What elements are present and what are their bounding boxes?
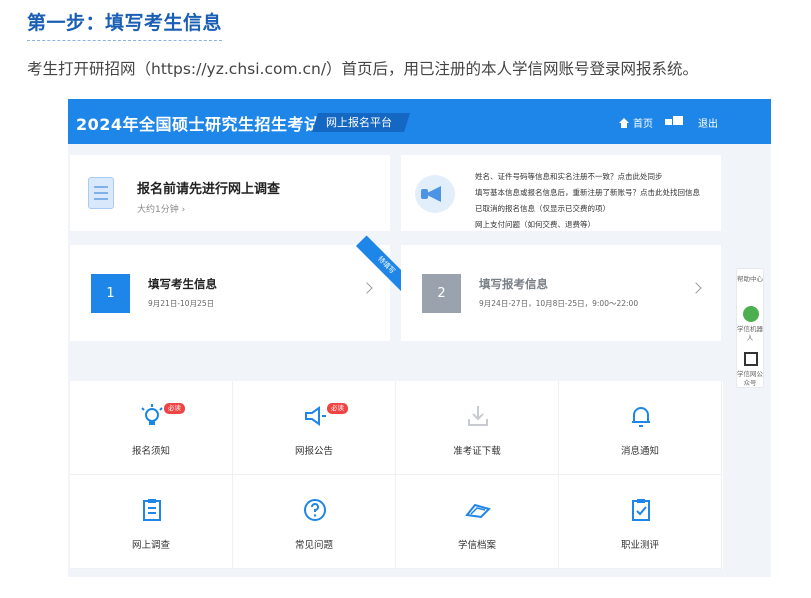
step-number: 1 xyxy=(91,274,130,313)
notice-lines: 姓名、证件号码等信息和实名注册不一致？点击此处同步 填写基本信息或报名信息后，重… xyxy=(475,169,700,233)
qr-code-icon[interactable] xyxy=(744,352,758,366)
task-date: 9月21日-10月25日 xyxy=(148,299,215,308)
archive-icon xyxy=(465,503,491,519)
step-title: 第一步：填写考生信息 xyxy=(27,8,223,41)
home-icon xyxy=(619,117,629,128)
tile-online-survey[interactable]: 网上调查 xyxy=(70,475,233,569)
tile-label: 网报公告 xyxy=(294,446,333,457)
help-center-button[interactable]: 帮助中心 xyxy=(737,275,763,284)
survey-title: 报名前请先进行网上调查 xyxy=(137,182,281,197)
bell-icon xyxy=(632,407,650,427)
chevron-right-icon xyxy=(690,282,702,294)
question-icon xyxy=(304,499,326,521)
notice-card: 姓名、证件号码等信息和实名注册不一致？点击此处同步 填写基本信息或报名信息后，重… xyxy=(401,155,721,231)
required-tag: 必读 xyxy=(327,403,348,414)
tile-messages[interactable]: 消息通知 xyxy=(559,381,722,475)
survey-card[interactable]: 报名前请先进行网上调查 大约1分钟 › xyxy=(70,155,390,231)
tile-career-test[interactable]: 职业测评 xyxy=(559,475,722,569)
tile-admission-ticket[interactable]: 准考证下载 xyxy=(396,381,559,475)
nav-user[interactable] xyxy=(665,115,683,125)
lightbulb-icon xyxy=(141,404,163,425)
notice-link[interactable]: 网上支付问题（如何交费、退费等） xyxy=(475,217,700,233)
chevron-right-icon xyxy=(361,282,373,294)
notice-link[interactable]: 已取消的报名信息（仅显示已交费的项） xyxy=(475,201,700,217)
tile-archive[interactable]: 学信档案 xyxy=(396,475,559,569)
robot-label: 学信机器人 xyxy=(737,325,763,342)
task-fill-application-info[interactable]: 2 填写报考信息 9月24日-27日，10月8日-25日，9:00～22:00 xyxy=(401,245,721,341)
intro-text: 考生打开研招网（https://yz.chsi.com.cn/）首页后，用已注册… xyxy=(27,60,699,78)
notice-link[interactable]: 姓名、证件号码等信息和实名注册不一致？点击此处同步 xyxy=(475,169,700,185)
side-toolbar: 帮助中心 学信机器人 学信网公众号 xyxy=(736,268,764,388)
survey-duration-link[interactable]: 大约1分钟 › xyxy=(137,202,185,215)
robot-icon[interactable] xyxy=(743,306,759,322)
document-icon xyxy=(88,177,114,209)
megaphone-icon xyxy=(305,406,326,426)
tile-label: 学信档案 xyxy=(457,540,496,551)
download-icon xyxy=(468,406,488,426)
task-title: 填写考生信息 xyxy=(148,277,217,291)
tile-label: 准考证下载 xyxy=(453,446,501,457)
notice-link[interactable]: 填写基本信息或报名信息后，重新注册了新账号？点击此处找回信息 xyxy=(475,185,700,201)
tile-label: 职业测评 xyxy=(620,540,659,551)
nav-logout[interactable]: 退出 xyxy=(698,115,718,130)
task-date: 9月24日-27日，10月8日-25日，9:00～22:00 xyxy=(479,299,639,308)
platform-badge: 网上报名平台 xyxy=(312,113,410,132)
nav-home-label: 首页 xyxy=(633,119,653,130)
tile-label: 消息通知 xyxy=(620,446,659,457)
clipboard-icon xyxy=(143,499,161,521)
user-icon xyxy=(665,115,683,125)
task-title: 填写报考信息 xyxy=(479,277,548,291)
tile-faq[interactable]: 常见问题 xyxy=(233,475,396,569)
brand-title: 2024年全国硕士研究生招生考试 xyxy=(76,115,321,134)
function-grid: 必读 报名须知 必读 网报公告 准考证下载 消息通知 网上调查 常见问题 学信档… xyxy=(70,381,723,569)
task-fill-candidate-info[interactable]: 待填写 1 填写考生信息 9月21日-10月25日 xyxy=(70,235,417,341)
tile-label: 网上调查 xyxy=(131,540,170,551)
required-tag: 必读 xyxy=(164,403,185,414)
qr-label: 学信网公众号 xyxy=(737,370,763,387)
screenshot-frame: 2024年全国硕士研究生招生考试 网上报名平台 首页 退出 报名前请先进行网上调… xyxy=(68,99,771,577)
checklist-icon xyxy=(632,499,650,521)
tile-label: 报名须知 xyxy=(131,446,170,457)
tile-announcement[interactable]: 必读 网报公告 xyxy=(233,381,396,475)
top-bar: 2024年全国硕士研究生招生考试 网上报名平台 首页 退出 xyxy=(68,99,771,144)
step-number: 2 xyxy=(422,274,461,313)
megaphone-icon xyxy=(415,175,455,213)
tile-label: 常见问题 xyxy=(294,540,333,551)
nav-home[interactable]: 首页 xyxy=(619,115,653,130)
tile-registration-notice[interactable]: 必读 报名须知 xyxy=(70,381,233,475)
